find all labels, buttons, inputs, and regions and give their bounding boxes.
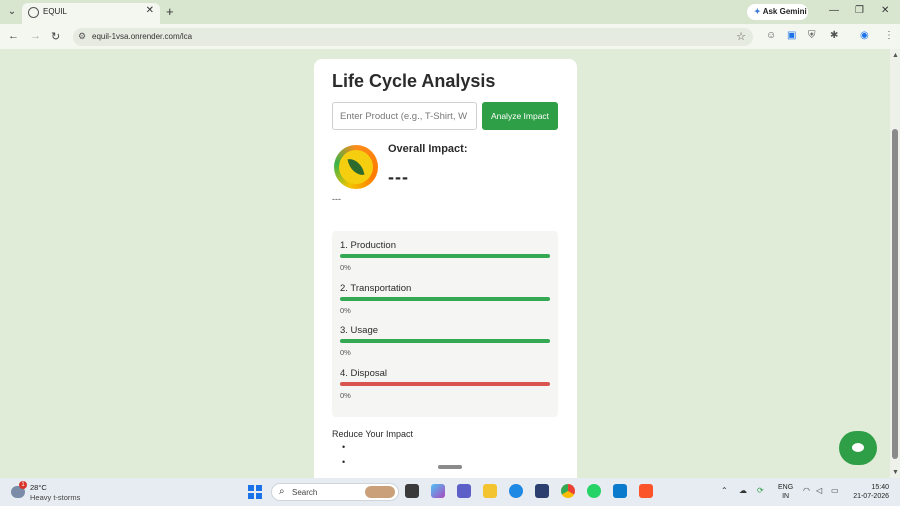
- stage-bar: [340, 382, 550, 386]
- overall-impact-value: ---: [388, 167, 409, 187]
- browser-menu-icon[interactable]: ⋮: [884, 30, 894, 41]
- ask-gemini-label: Ask Gemini: [762, 7, 807, 16]
- stage-disposal: 4. Disposal 0%: [340, 368, 550, 400]
- reload-icon[interactable]: ↻: [51, 30, 60, 43]
- extensions-puzzle-icon[interactable]: ✱: [830, 30, 838, 41]
- address-bar[interactable]: ⚙ equil-1vsa.onrender.com/lca ☆: [73, 28, 753, 46]
- taskbar-search[interactable]: ⌕ Search: [271, 483, 399, 501]
- file-explorer-icon[interactable]: [483, 484, 497, 498]
- extension-shield-icon[interactable]: ⛨: [808, 30, 816, 41]
- sparkle-icon: ✦: [754, 7, 761, 16]
- reduce-tip-item: •: [342, 442, 346, 452]
- gauge-center: [339, 150, 373, 184]
- overall-impact-label: Overall Impact:: [388, 143, 468, 155]
- edge-icon[interactable]: [509, 484, 523, 498]
- forward-icon[interactable]: →: [30, 30, 41, 42]
- reduce-tip-item: •: [342, 457, 346, 467]
- drag-handle[interactable]: [438, 465, 462, 469]
- start-icon[interactable]: [248, 485, 262, 499]
- copilot-icon[interactable]: [431, 484, 445, 498]
- scroll-up-icon[interactable]: ▲: [892, 52, 899, 59]
- back-icon[interactable]: ←: [8, 30, 19, 42]
- stage-name: 3. Usage: [340, 325, 379, 336]
- stage-percent: 0%: [340, 306, 351, 315]
- new-tab-button[interactable]: +: [166, 4, 174, 19]
- close-window-icon[interactable]: ✕: [881, 5, 889, 16]
- language-code: ENG: [778, 484, 794, 491]
- stage-bar: [340, 297, 550, 301]
- extension-media-icon[interactable]: ▣: [787, 30, 796, 41]
- whatsapp-icon[interactable]: [587, 484, 601, 498]
- tab-bar: ⌄ EQUIL ✕ + ✦ Ask Gemini — ❐ ✕: [0, 0, 900, 24]
- globe-icon: [28, 7, 39, 18]
- search-label: Search: [292, 488, 318, 497]
- weather-alert-badge: 1: [19, 481, 27, 489]
- minimize-icon[interactable]: —: [829, 5, 839, 16]
- page-title: Life Cycle Analysis: [332, 71, 496, 91]
- weather-condition[interactable]: Heavy t-storms: [30, 493, 80, 502]
- product-input[interactable]: [332, 102, 477, 130]
- url-text[interactable]: equil-1vsa.onrender.com/lca: [92, 32, 192, 41]
- lca-card: Life Cycle Analysis Analyze Impact Overa…: [314, 59, 577, 478]
- profile-icon[interactable]: ◉: [860, 30, 869, 41]
- chrome-icon[interactable]: [561, 484, 575, 498]
- chat-bubble-icon: [852, 443, 864, 452]
- battery-icon[interactable]: ▭: [831, 486, 839, 495]
- extension-avatar-icon[interactable]: ☺: [766, 30, 776, 41]
- brave-icon[interactable]: [639, 484, 653, 498]
- page-scrollbar[interactable]: ▲ ▼: [890, 49, 900, 478]
- site-info-icon[interactable]: ⚙: [78, 31, 86, 42]
- impact-gauge: [334, 145, 378, 189]
- language-region: IN: [782, 493, 790, 500]
- show-hidden-icons-icon[interactable]: ⌃: [721, 486, 728, 495]
- page-viewport: Life Cycle Analysis Analyze Impact Overa…: [0, 49, 890, 478]
- tab-equil[interactable]: EQUIL ✕: [22, 3, 160, 24]
- store-icon[interactable]: [535, 484, 549, 498]
- impact-summary: ---: [332, 194, 341, 204]
- task-view-icon[interactable]: [405, 484, 419, 498]
- stage-percent: 0%: [340, 348, 351, 357]
- tab-search-icon[interactable]: ⌄: [5, 5, 19, 19]
- stage-bar: [340, 339, 550, 343]
- stage-name: 4. Disposal: [340, 368, 387, 379]
- analyze-impact-button[interactable]: Analyze Impact: [482, 102, 558, 130]
- tab-title: EQUIL: [43, 7, 68, 16]
- scroll-thumb[interactable]: [892, 129, 898, 459]
- stage-transportation: 2. Transportation 0%: [340, 283, 550, 315]
- taskbar: 1 28°C Heavy t-storms ⌕ Search ⌃ ☁ ⟳ ENG…: [0, 478, 900, 506]
- onedrive-cloud-icon[interactable]: ☁: [739, 486, 747, 495]
- chat-button[interactable]: [839, 431, 877, 465]
- language-indicator[interactable]: ENG IN: [778, 483, 793, 501]
- stage-percent: 0%: [340, 391, 351, 400]
- vscode-icon[interactable]: [613, 484, 627, 498]
- wifi-icon[interactable]: ◠: [803, 486, 810, 495]
- stage-percent: 0%: [340, 263, 351, 272]
- ask-gemini-button[interactable]: ✦ Ask Gemini: [747, 4, 808, 20]
- system-clock[interactable]: 15:40 21-07-2026: [851, 483, 889, 501]
- stage-bar: [340, 254, 550, 258]
- clock-date: 21-07-2026: [853, 493, 889, 500]
- search-icon: ⌕: [279, 486, 285, 497]
- stage-name: 2. Transportation: [340, 283, 412, 294]
- close-tab-icon[interactable]: ✕: [146, 5, 154, 16]
- lifecycle-stages-panel: 1. Production 0% 2. Transportation 0% 3.…: [332, 231, 558, 417]
- stage-usage: 3. Usage 0%: [340, 325, 550, 357]
- reduce-impact-heading: Reduce Your Impact: [332, 429, 414, 439]
- volume-icon[interactable]: ◁: [816, 486, 822, 495]
- search-highlight-image: [365, 486, 395, 498]
- clock-time: 15:40: [871, 484, 889, 491]
- weather-temperature[interactable]: 28°C: [30, 483, 47, 492]
- leaf-icon: [347, 156, 365, 178]
- restore-icon[interactable]: ❐: [855, 5, 864, 16]
- bookmark-star-icon[interactable]: ☆: [736, 30, 746, 43]
- teams-icon[interactable]: [457, 484, 471, 498]
- browser-toolbar: ← → ↻ ⚙ equil-1vsa.onrender.com/lca ☆: [0, 24, 900, 49]
- sync-icon[interactable]: ⟳: [757, 486, 764, 495]
- stage-name: 1. Production: [340, 240, 396, 251]
- scroll-down-icon[interactable]: ▼: [892, 469, 899, 476]
- stage-production: 1. Production 0%: [340, 240, 550, 272]
